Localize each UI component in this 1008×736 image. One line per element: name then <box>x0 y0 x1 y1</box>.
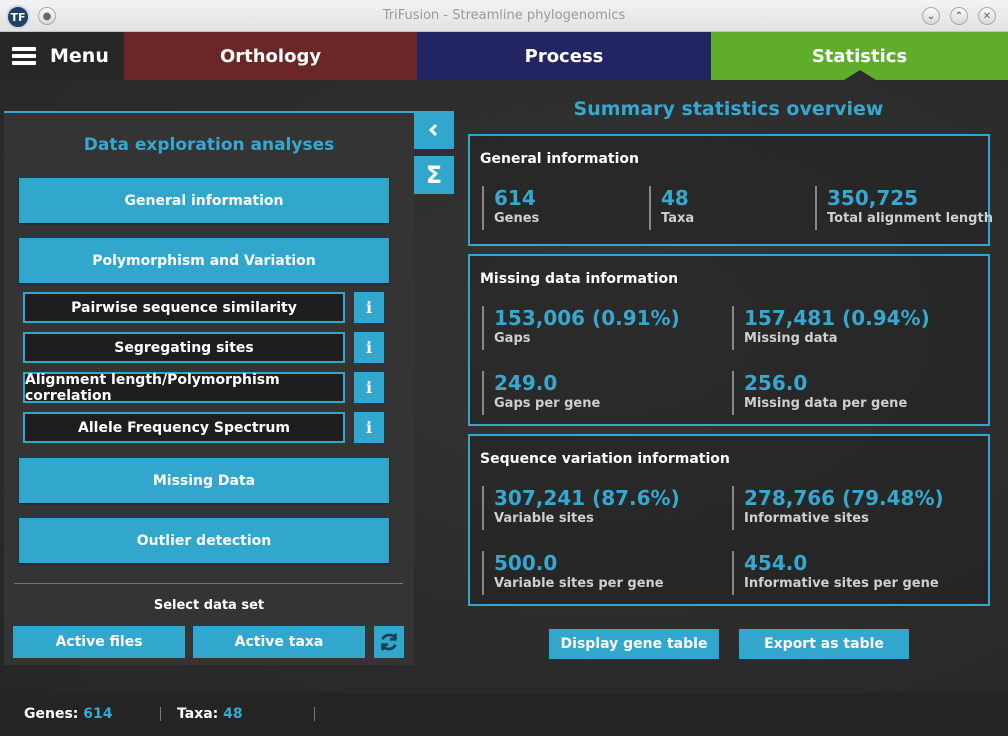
active-taxa-button[interactable]: Active taxa <box>193 626 365 658</box>
stat-value: 454.0 <box>744 551 808 575</box>
stat-label: Informative sites per gene <box>744 576 939 591</box>
card-title: Missing data information <box>480 271 679 287</box>
menu-label: Menu <box>50 45 109 67</box>
info-icon[interactable]: i <box>354 292 384 323</box>
stat-value: 614 <box>494 186 536 210</box>
stat-informative-sites-per-gene: 454.0 Informative sites per gene <box>732 551 939 595</box>
stat-label: Variable sites per gene <box>494 576 664 591</box>
window-titlebar: TF ● TriFusion - Streamline phylogenomic… <box>0 0 1008 32</box>
info-icon[interactable]: i <box>354 332 384 363</box>
stat-label: Gaps per gene <box>494 396 601 411</box>
tab-statistics[interactable]: Statistics <box>711 32 1008 80</box>
genes-value: 614 <box>83 706 113 722</box>
summary-statistics-button[interactable]: Σ <box>414 156 454 194</box>
stat-value: 500.0 <box>494 551 558 575</box>
stat-gaps: 153,006 (0.91%) Gaps <box>482 306 680 350</box>
stat-value: 48 <box>661 186 689 210</box>
stat-value: 157,481 (0.94%) <box>744 306 930 330</box>
stat-value: 153,006 (0.91%) <box>494 306 680 330</box>
stat-missing-data: 157,481 (0.94%) Missing data <box>732 306 930 350</box>
polymorphism-variation-button[interactable]: Polymorphism and Variation <box>19 238 389 283</box>
page-title: Summary statistics overview <box>573 98 884 120</box>
stat-label: Missing data <box>744 331 838 346</box>
taxa-label: Taxa: <box>177 706 219 722</box>
genes-label: Genes: <box>24 706 79 722</box>
sigma-icon: Σ <box>425 161 443 189</box>
stat-value: 249.0 <box>494 371 558 395</box>
stat-label: Informative sites <box>744 511 869 526</box>
card-title: Sequence variation information <box>480 451 730 467</box>
stat-total-alignment-length: 350,725 Total alignment length <box>815 186 993 230</box>
stat-label: Gaps <box>494 331 531 346</box>
stat-value: 256.0 <box>744 371 808 395</box>
stat-value: 307,241 (87.6%) <box>494 486 680 510</box>
allele-frequency-spectrum-button[interactable]: Allele Frequency Spectrum <box>23 412 345 443</box>
tab-orthology[interactable]: Orthology <box>124 32 417 80</box>
stat-gaps-per-gene: 249.0 Gaps per gene <box>482 371 600 415</box>
general-information-card: General information 614 Genes 48 Taxa 35… <box>468 134 993 246</box>
tab-process[interactable]: Process <box>417 32 711 80</box>
collapse-panel-button[interactable] <box>414 111 454 149</box>
genes-count: Genes: 614 <box>24 706 113 722</box>
divider <box>14 583 403 584</box>
stat-variable-sites-per-gene: 500.0 Variable sites per gene <box>482 551 664 595</box>
status-bar: Genes: 614 Taxa: 48 <box>0 693 1008 736</box>
stat-taxa: 48 Taxa <box>649 186 694 230</box>
stat-label: Taxa <box>661 211 695 226</box>
window-title: TriFusion - Streamline phylogenomics <box>382 8 626 23</box>
list-item: Pairwise sequence similarity i <box>23 292 388 323</box>
chevron-left-icon <box>428 123 438 137</box>
divider <box>160 707 161 721</box>
sequence-variation-card: Sequence variation information 307,241 (… <box>468 434 990 606</box>
display-gene-table-button[interactable]: Display gene table <box>549 629 719 659</box>
outlier-detection-button[interactable]: Outlier detection <box>19 518 389 563</box>
divider <box>314 707 315 721</box>
stat-informative-sites: 278,766 (79.48%) Informative sites <box>732 486 944 530</box>
select-dataset-label: Select data set <box>153 598 265 613</box>
general-information-button[interactable]: General information <box>19 178 389 223</box>
list-item: Segregating sites i <box>23 332 388 363</box>
hamburger-icon <box>12 47 36 65</box>
taxa-count: Taxa: 48 <box>177 706 243 722</box>
pairwise-similarity-button[interactable]: Pairwise sequence similarity <box>23 292 345 323</box>
stat-label: Missing data per gene <box>744 396 908 411</box>
close-button[interactable]: ✕ <box>978 7 996 25</box>
stat-genes: 614 Genes <box>482 186 539 230</box>
card-title: General information <box>480 151 639 167</box>
stat-value: 278,766 (79.48%) <box>744 486 944 510</box>
stat-value: 350,725 <box>827 186 919 210</box>
info-icon[interactable]: i <box>354 372 384 403</box>
list-item: Allele Frequency Spectrum i <box>23 412 388 443</box>
missing-data-button[interactable]: Missing Data <box>19 458 389 503</box>
export-table-button[interactable]: Export as table <box>739 629 909 659</box>
stat-variable-sites: 307,241 (87.6%) Variable sites <box>482 486 680 530</box>
missing-data-card: Missing data information 153,006 (0.91%)… <box>468 254 990 426</box>
active-files-button[interactable]: Active files <box>13 626 185 658</box>
info-icon[interactable]: i <box>354 412 384 443</box>
maximize-button[interactable]: ⌃ <box>950 7 968 25</box>
length-polymorphism-correlation-button[interactable]: Alignment length/Polymorphism correlatio… <box>23 372 345 404</box>
taxa-value: 48 <box>223 706 243 722</box>
refresh-icon <box>381 633 397 651</box>
refresh-button[interactable] <box>374 626 404 658</box>
minimize-button[interactable]: ⌄ <box>922 7 940 25</box>
stat-missing-data-per-gene: 256.0 Missing data per gene <box>732 371 907 415</box>
data-exploration-panel: Data exploration analyses General inform… <box>4 111 414 665</box>
stat-label: Variable sites <box>494 511 594 526</box>
list-item: Alignment length/Polymorphism correlatio… <box>23 372 388 404</box>
menu-button[interactable]: Menu <box>0 32 124 80</box>
stat-label: Total alignment length <box>827 211 993 226</box>
stat-label: Genes <box>494 211 540 226</box>
panel-title: Data exploration analyses <box>83 135 335 155</box>
segregating-sites-button[interactable]: Segregating sites <box>23 332 345 363</box>
top-nav: Menu Orthology Process Statistics <box>0 32 1008 80</box>
